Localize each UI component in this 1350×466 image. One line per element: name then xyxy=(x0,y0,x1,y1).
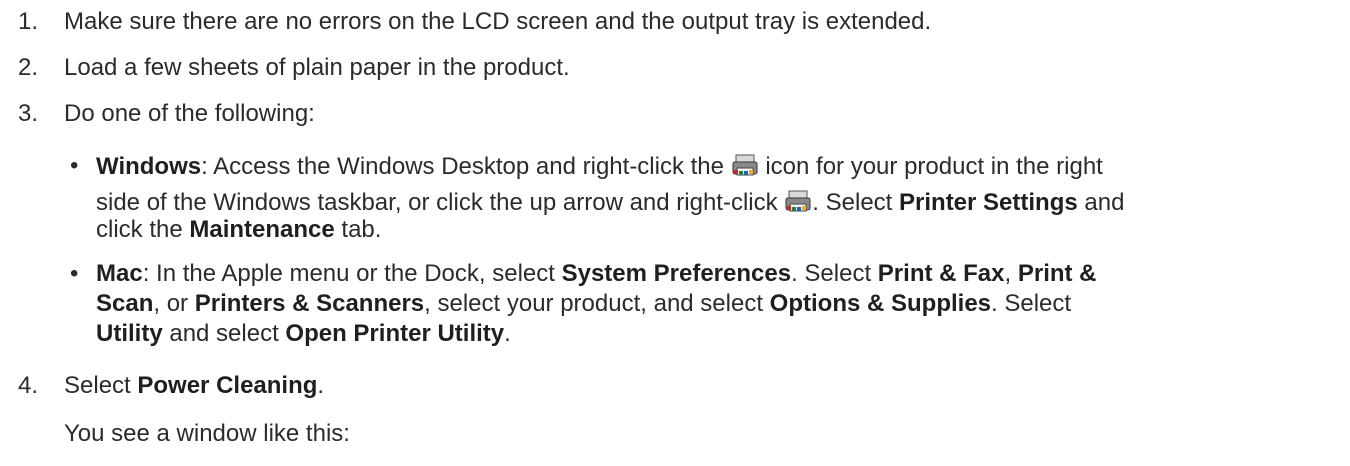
text-span: Select xyxy=(64,372,138,399)
open-printer-utility-label: Open Printer Utility xyxy=(285,320,505,347)
printer-settings-label: Printer Settings xyxy=(899,189,1078,216)
step-text: Select Power Cleaning. xyxy=(64,372,324,400)
maintenance-label: Maintenance xyxy=(189,216,335,243)
print-fax-label: Print & Fax xyxy=(877,260,1005,287)
text-span: tab. xyxy=(334,216,382,243)
text-span: : In the Apple menu or the Dock, select xyxy=(142,260,562,287)
text-span: and xyxy=(1077,189,1125,216)
text-span: . Select xyxy=(791,260,878,287)
mac-item-text-3: Utility and select Open Printer Utility. xyxy=(96,320,511,348)
text-span: , select your product, and select xyxy=(424,290,770,317)
mac-item-text-1: Mac: In the Apple menu or the Dock, sele… xyxy=(96,260,1097,288)
step-text: Do one of the following: xyxy=(64,100,315,127)
printers-scanners-label: Printers & Scanners xyxy=(194,290,425,317)
power-cleaning-label: Power Cleaning xyxy=(137,372,318,399)
printer-taskbar-icon xyxy=(785,190,811,212)
result-text: You see a window like this: xyxy=(64,420,350,447)
utility-label: Utility xyxy=(96,320,163,347)
text-span: icon for your product in the right xyxy=(758,153,1103,180)
text-span: , xyxy=(1004,260,1018,287)
text-span: . xyxy=(317,372,325,399)
printer-taskbar-icon xyxy=(732,154,758,176)
text-span: . Select xyxy=(812,189,900,216)
step-number: 4. xyxy=(18,372,39,399)
print-amp-label: Print & xyxy=(1017,260,1097,287)
bullet: • xyxy=(70,152,79,179)
windows-item-text-3: click the Maintenance tab. xyxy=(96,216,381,244)
system-preferences-label: System Preferences xyxy=(561,260,792,287)
options-supplies-label: Options & Supplies xyxy=(769,290,992,317)
text-span: side of the Windows taskbar, or click th… xyxy=(96,189,785,216)
text-span: : Access the Windows Desktop and right-c… xyxy=(201,153,731,180)
windows-item-text-1: Windows: Access the Windows Desktop and … xyxy=(96,152,1103,181)
step-number: 2. xyxy=(18,54,39,81)
windows-item-text-2: side of the Windows taskbar, or click th… xyxy=(96,188,1124,217)
text-span: , or xyxy=(153,290,195,317)
mac-item-text-2: Scan, or Printers & Scanners, select you… xyxy=(96,290,1071,318)
step-text: Make sure there are no errors on the LCD… xyxy=(64,8,932,35)
bullet: • xyxy=(70,260,79,287)
step-text: Load a few sheets of plain paper in the … xyxy=(64,54,570,81)
text-span: . Select xyxy=(991,290,1072,317)
text-span: and select xyxy=(162,320,286,347)
step-number: 3. xyxy=(18,100,39,127)
text-span: . xyxy=(504,320,511,347)
text-span: click the xyxy=(96,216,190,243)
step-number: 1. xyxy=(18,8,39,35)
windows-label: Windows xyxy=(96,153,202,180)
mac-label: Mac xyxy=(96,260,143,287)
scan-label: Scan xyxy=(96,290,154,317)
